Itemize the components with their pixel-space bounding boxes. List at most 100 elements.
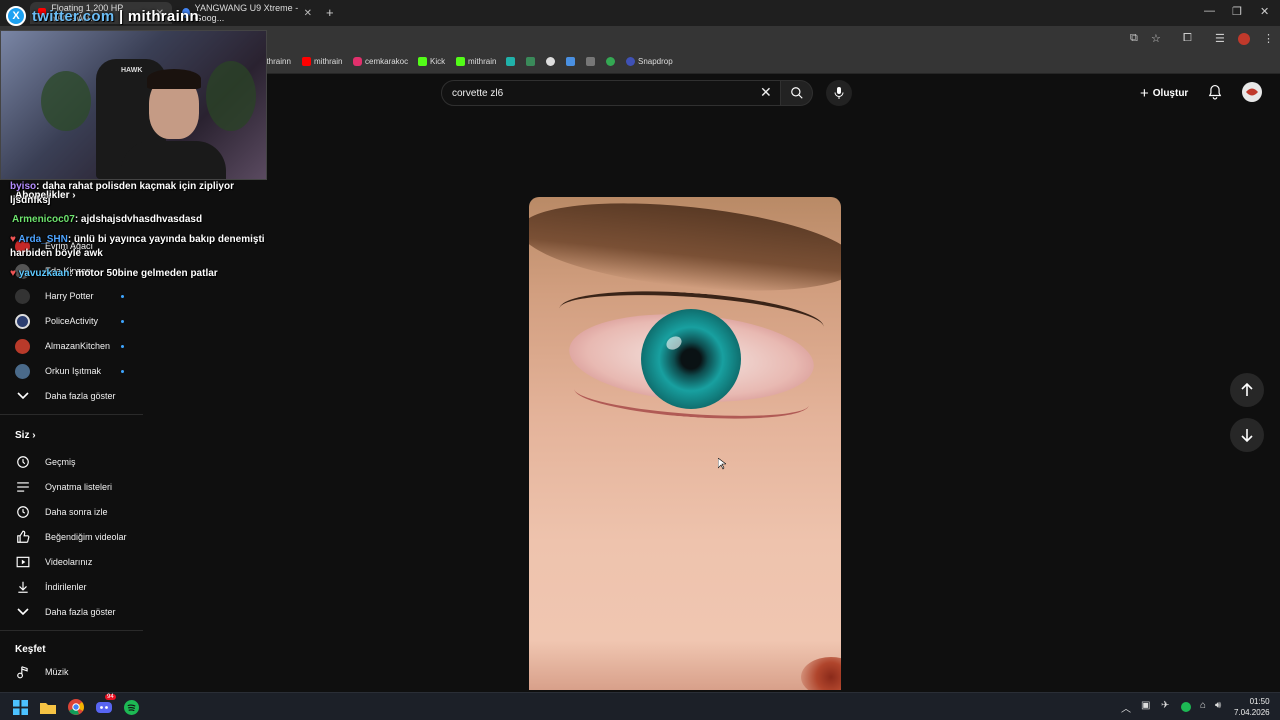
sidebar-item-your-videos[interactable]: Videolarınız bbox=[0, 550, 145, 574]
sidebar-item-history[interactable]: Geçmiş bbox=[0, 450, 145, 474]
sidebar-item-liked-videos[interactable]: Beğendiğim videolar bbox=[0, 525, 145, 549]
bookmark-icon-4[interactable] bbox=[566, 57, 575, 66]
tray-expand-icon[interactable]: ︿ bbox=[1121, 700, 1131, 715]
windows-start-icon[interactable] bbox=[11, 698, 29, 716]
chat-text: : daha rahat polisden kaçmak için zipliy… bbox=[10, 181, 234, 206]
divider bbox=[0, 414, 143, 415]
menu-kebab-icon[interactable]: ⋮ bbox=[1263, 32, 1274, 45]
sidebar-item-orkun-isitmak[interactable]: Orkun Işıtmak bbox=[0, 359, 145, 383]
new-content-dot bbox=[121, 294, 124, 298]
sidebar-item-harry-potter[interactable]: Harry Potter bbox=[0, 284, 145, 308]
show-more-you-button[interactable]: Daha fazla göster bbox=[0, 600, 145, 624]
new-tab-button[interactable]: + bbox=[326, 5, 334, 20]
channel-avatar bbox=[15, 288, 30, 304]
network-icon[interactable]: ⌂ bbox=[1200, 700, 1206, 711]
bookmark-icon-6[interactable] bbox=[606, 57, 615, 66]
tray-app-icon[interactable]: ✈ bbox=[1161, 700, 1169, 711]
account-avatar[interactable] bbox=[1242, 82, 1262, 102]
sidebar-item-label: İndirilenler bbox=[45, 582, 87, 592]
chair-brand: HAWK bbox=[121, 67, 143, 74]
voice-search-button[interactable] bbox=[826, 80, 852, 106]
bookmark-label: Snapdrop bbox=[638, 57, 673, 66]
kick-icon bbox=[456, 57, 465, 66]
streamer-body bbox=[121, 141, 226, 179]
sidebar-item-label: Daha sonra izle bbox=[45, 507, 108, 517]
close-tab-icon[interactable]: ✕ bbox=[304, 8, 312, 19]
bookmark-icon-3[interactable] bbox=[546, 57, 555, 66]
spotify-icon[interactable] bbox=[122, 698, 140, 716]
show-more-label: Daha fazla göster bbox=[45, 607, 116, 617]
kick-icon bbox=[418, 57, 427, 66]
bookmark-icon-5[interactable] bbox=[586, 57, 595, 66]
previous-short-button[interactable] bbox=[1230, 373, 1264, 407]
download-icon bbox=[15, 580, 30, 595]
discord-badge: 94 bbox=[105, 694, 116, 700]
shorts-video-player[interactable] bbox=[529, 197, 841, 690]
sidebar-item-label: Videolarınız bbox=[45, 557, 93, 567]
sidebar-item-almazankitchen[interactable]: AlmazanKitchen bbox=[0, 334, 145, 358]
bookmark-icon-2[interactable] bbox=[526, 57, 535, 66]
heart-badge-icon: ♥ bbox=[10, 268, 16, 279]
channel-avatar bbox=[15, 338, 30, 354]
bookmark-icon-1[interactable] bbox=[506, 57, 515, 66]
mouse-cursor-icon bbox=[718, 458, 726, 470]
clock-date: 7.04.2026 bbox=[1234, 708, 1270, 717]
show-more-subscriptions-button[interactable]: Daha fazla göster bbox=[0, 384, 145, 408]
snapdrop-icon bbox=[626, 57, 635, 66]
bookmark-item[interactable]: mithrain bbox=[456, 57, 496, 66]
streamer-hair bbox=[147, 69, 201, 89]
search-input[interactable]: corvette zl6 bbox=[441, 80, 781, 106]
social-handle: twitter.com | mithrainn bbox=[32, 8, 199, 25]
sidebar-item-watch-later[interactable]: Daha sonra izle bbox=[0, 500, 145, 524]
bookmark-item[interactable]: Kick bbox=[418, 57, 445, 66]
tab-label: YANGWANG U9 Xtreme - Goog... bbox=[194, 3, 299, 23]
create-label: Oluştur bbox=[1152, 88, 1189, 99]
chat-username: Armenicoc07 bbox=[12, 214, 75, 225]
sidebar-item-music[interactable]: Müzik bbox=[0, 660, 145, 684]
music-icon bbox=[15, 665, 30, 680]
playlist-icon bbox=[15, 480, 30, 495]
plant-shape bbox=[41, 71, 91, 131]
chat-message: ♥ Arda_SHN: ünlü bi yayınca yayında bakı… bbox=[10, 233, 265, 261]
channel-avatar bbox=[15, 313, 30, 329]
explore-header: Keşfet bbox=[15, 644, 46, 655]
system-clock[interactable]: 01:50 7.04.2026 bbox=[1234, 696, 1270, 718]
bookmark-item[interactable]: mithrain bbox=[302, 57, 342, 66]
chrome-icon[interactable] bbox=[67, 698, 85, 716]
sidebar-item-policeactivity[interactable]: PoliceActivity bbox=[0, 309, 145, 333]
profile-avatar[interactable] bbox=[1238, 33, 1250, 45]
channel-label: AlmazanKitchen bbox=[45, 341, 111, 351]
sidebar-item-playlists[interactable]: Oynatma listeleri bbox=[0, 475, 145, 499]
file-explorer-icon[interactable] bbox=[39, 698, 57, 716]
create-button[interactable]: + Oluştur bbox=[1140, 85, 1188, 102]
bookmark-item[interactable]: Snapdrop bbox=[626, 57, 673, 66]
divider bbox=[0, 630, 143, 631]
cast-icon[interactable]: ⧉ bbox=[1130, 32, 1138, 45]
discord-icon[interactable]: 94 bbox=[95, 694, 116, 716]
chat-message: ♥ yavuzkaan: motor 50bine gelmeden patla… bbox=[10, 267, 218, 281]
media-icon[interactable]: ☰ bbox=[1215, 32, 1225, 45]
tray-discord-icon[interactable]: ▣ bbox=[1141, 700, 1150, 711]
bookmark-item[interactable]: cemkarakoc bbox=[353, 57, 408, 66]
clear-search-icon[interactable]: ✕ bbox=[760, 84, 772, 101]
sidebar-item-label: Müzik bbox=[45, 667, 69, 677]
minimize-icon[interactable]: — bbox=[1204, 5, 1215, 17]
tray-spotify-icon[interactable] bbox=[1181, 702, 1191, 712]
notifications-button[interactable] bbox=[1208, 84, 1222, 105]
sidebar-item-downloads[interactable]: İndirilenler bbox=[0, 575, 145, 599]
chat-text: : motor 50bine gelmeden patlar bbox=[69, 268, 218, 279]
bookmark-label: cemkarakoc bbox=[365, 57, 409, 66]
you-header[interactable]: Siz › bbox=[15, 430, 36, 441]
search-button[interactable] bbox=[781, 80, 813, 106]
chat-username: byiso bbox=[10, 181, 37, 192]
arrow-down-icon bbox=[1241, 429, 1253, 442]
volume-icon[interactable]: 🔊︎ bbox=[1215, 700, 1221, 711]
next-short-button[interactable] bbox=[1230, 418, 1264, 452]
extensions-icon[interactable]: ⧠ bbox=[1183, 32, 1192, 45]
new-content-dot bbox=[121, 344, 124, 348]
window-close-icon[interactable]: ✕ bbox=[1260, 5, 1269, 18]
maximize-icon[interactable]: ❐ bbox=[1232, 5, 1242, 18]
star-icon[interactable]: ☆ bbox=[1151, 32, 1161, 45]
eyebrow-shape bbox=[529, 197, 841, 305]
bookmark-label: mithrain bbox=[314, 57, 343, 66]
